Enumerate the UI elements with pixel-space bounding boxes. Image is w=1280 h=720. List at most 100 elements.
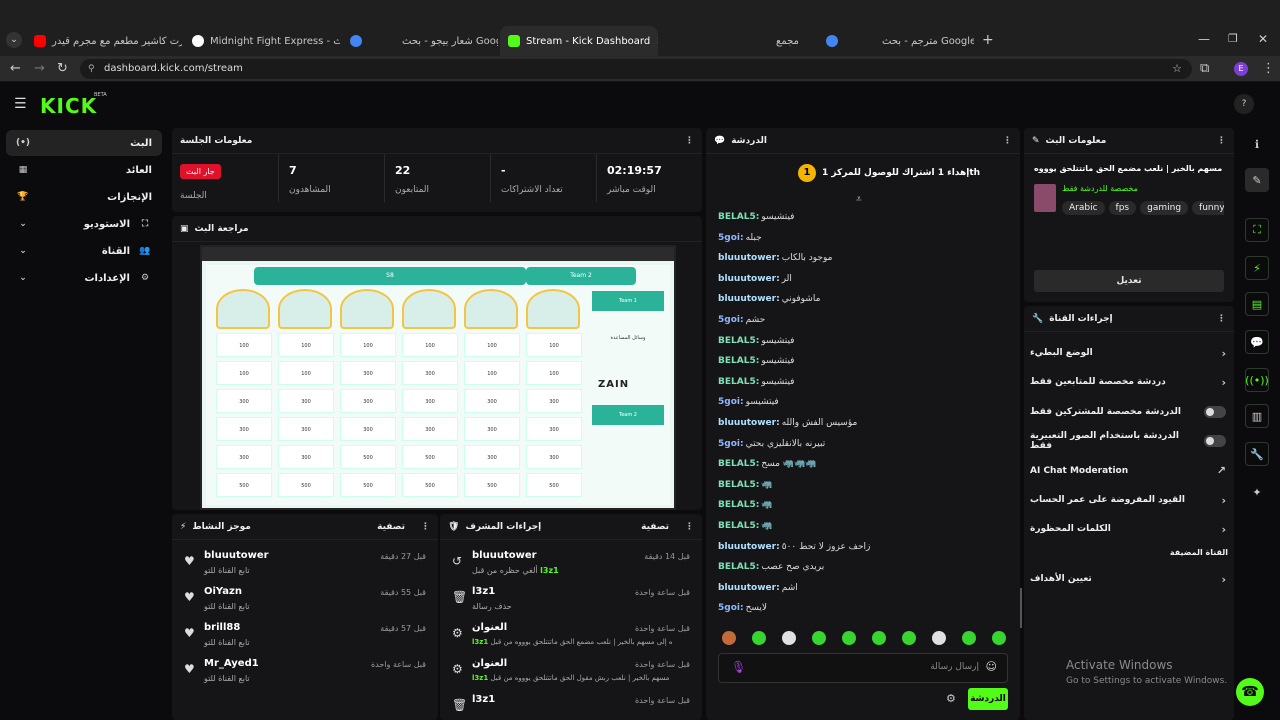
wrench-icon[interactable]: 🔧 [1245, 442, 1269, 466]
bookmark-star-icon[interactable]: ☆ [1172, 59, 1182, 79]
chat-username[interactable]: bluuutower: [718, 253, 780, 263]
filter-button[interactable]: تصفية [377, 522, 405, 532]
channel-action-row[interactable]: AI Chat Moderation ↗ [1030, 458, 1226, 484]
browser-tab-6[interactable]: مترجم - بحث Google ✕ [818, 26, 974, 56]
emote-icon[interactable] [932, 631, 946, 645]
mod-target[interactable]: l3z1 [472, 586, 495, 597]
browser-tab-3[interactable]: شعار بيجو - بحث Google ✕ [342, 26, 498, 56]
restore-icon[interactable]: ❐ [1228, 32, 1238, 45]
more-options-icon[interactable]: ⋮ [1217, 136, 1226, 146]
channel-action-row[interactable]: القيود المفروضة على عمر الحساب › [1030, 487, 1226, 513]
mod-target[interactable]: l3z1 [472, 694, 495, 705]
reload-icon[interactable]: ↻ [57, 61, 68, 76]
chat-username[interactable]: 5goi: [718, 397, 744, 407]
extensions-icon[interactable]: ⧉ [1200, 61, 1209, 76]
channel-action-row[interactable]: الكلمات المحظورة › [1030, 516, 1226, 542]
chat-input[interactable]: 🎙 إرسال رسالة ☺ [718, 653, 1008, 683]
browser-tab-1[interactable]: صرت كاشير مطعم مع مجرم قيدر ✕ [26, 26, 182, 56]
site-info-icon[interactable]: ⚲ [88, 59, 95, 79]
mod-target[interactable]: bluuutower [472, 550, 537, 561]
help-chat-button[interactable]: ☎ [1236, 678, 1264, 706]
chat-scrollbar[interactable] [1020, 588, 1022, 628]
sidebar-item-stream[interactable]: (•) البث [6, 130, 162, 156]
puzzle-icon[interactable]: ✦ [1245, 480, 1269, 504]
microphone-icon[interactable]: 🎙 [731, 660, 746, 674]
lightning-icon[interactable]: ⚡ [1245, 256, 1269, 280]
sidebar-item-settings[interactable]: ⌄ الإعدادات ⚙ [6, 265, 162, 291]
hamburger-menu-icon[interactable]: ☰ [14, 96, 27, 112]
channel-action-row[interactable]: دردشة مخصصة للمتابعين فقط › [1030, 369, 1226, 395]
emote-icon[interactable] [842, 631, 856, 645]
more-options-icon[interactable]: ⋮ [685, 522, 694, 532]
chat-icon[interactable]: 💬 [1245, 330, 1269, 354]
more-options-icon[interactable]: ⋮ [1217, 314, 1226, 324]
stream-preview[interactable]: S8 Team 2 Team 1 Team 2 وسائل المساعدة Z… [200, 245, 676, 510]
chat-username[interactable]: 5goi: [718, 439, 744, 449]
channel-action-row[interactable]: الدردشة مخصصة للمشتركين فقط [1030, 399, 1226, 425]
forward-arrow-icon[interactable]: → [34, 61, 45, 76]
chat-username[interactable]: bluuutower: [718, 542, 780, 552]
chat-username[interactable]: BELAL5: [718, 212, 759, 222]
chat-username[interactable]: 5goi: [718, 315, 744, 325]
channel-action-row[interactable]: الدردشة باستخدام الصور التعبيرية فقط [1030, 428, 1226, 454]
emote-icon[interactable] [752, 631, 766, 645]
sidebar-item-revenue[interactable]: ▦ العائد [6, 157, 162, 183]
user-avatar[interactable]: ? [1234, 94, 1254, 114]
emote-icon[interactable] [902, 631, 916, 645]
sidebar-item-studio[interactable]: ⌄ الاستوديو ⛶ [6, 211, 162, 237]
chat-username[interactable]: BELAL5: [718, 336, 759, 346]
mod-actor[interactable]: l3z1 [472, 674, 488, 682]
crop-icon[interactable]: ⛶ [1245, 218, 1269, 242]
emote-icon[interactable] [782, 631, 796, 645]
toggle-switch[interactable] [1204, 435, 1226, 448]
emoji-icon[interactable]: ☺ [986, 660, 997, 673]
chat-username[interactable]: 5goi: [718, 603, 744, 613]
chat-username[interactable]: BELAL5: [718, 521, 759, 531]
broadcast-icon[interactable]: ((•)) [1245, 368, 1269, 392]
mod-actor[interactable]: l3z1 [540, 566, 559, 575]
chat-username[interactable]: BELAL5: [718, 377, 759, 387]
chat-send-button[interactable]: الدردشة [968, 688, 1008, 710]
kick-logo[interactable]: KICK [40, 94, 97, 118]
browser-tab-5[interactable]: مجمع [660, 26, 816, 56]
browser-tab-2[interactable]: Midnight Fight Express - بحث G ✕ [184, 26, 340, 56]
profile-avatar[interactable]: E [1234, 62, 1248, 76]
emote-icon[interactable] [872, 631, 886, 645]
sidebar-item-achievements[interactable]: 🏆 الإنجازات [6, 184, 162, 210]
activity-user[interactable]: brill88 [204, 622, 240, 633]
emote-icon[interactable] [722, 631, 736, 645]
filter-button[interactable]: تصفية [641, 522, 669, 532]
more-options-icon[interactable]: ⋮ [1003, 136, 1012, 146]
set-goals-row[interactable]: تعيين الأهداف › [1030, 566, 1226, 592]
edit-stream-button[interactable]: تعديل [1034, 270, 1224, 292]
layout-icon[interactable]: ▥ [1245, 404, 1269, 428]
emote-icon[interactable] [992, 631, 1006, 645]
back-arrow-icon[interactable]: ← [10, 61, 21, 76]
activity-user[interactable]: Mr_Ayed1 [204, 658, 259, 669]
new-tab-plus-icon[interactable]: + [982, 32, 994, 48]
category-thumbnail[interactable] [1034, 184, 1056, 212]
chat-username[interactable]: BELAL5: [718, 459, 759, 469]
chat-username[interactable]: BELAL5: [718, 562, 759, 572]
document-icon[interactable]: ▤ [1245, 292, 1269, 316]
chat-username[interactable]: bluuutower: [718, 294, 780, 304]
chat-username[interactable]: bluuutower: [718, 583, 780, 593]
toggle-switch[interactable] [1204, 405, 1226, 418]
chat-username[interactable]: bluuutower: [718, 418, 780, 428]
chat-username[interactable]: BELAL5: [718, 356, 759, 366]
mod-actor[interactable]: l3z1 [472, 638, 488, 646]
minimize-icon[interactable]: — [1198, 32, 1210, 46]
browser-tab-4-active[interactable]: Stream - Kick Dashboard ✕ [500, 26, 658, 56]
emote-icon[interactable] [962, 631, 976, 645]
channel-action-row[interactable]: الوضع البطيء › [1030, 340, 1226, 366]
sidebar-item-channel[interactable]: ⌄ القناة 👥 [6, 238, 162, 264]
chat-username[interactable]: BELAL5: [718, 480, 759, 490]
stream-category[interactable]: مخصصة للدردشة فقط [1062, 184, 1138, 193]
url-field[interactable]: ⚲ dashboard.kick.com/stream ☆ [80, 59, 1192, 79]
chat-settings-icon[interactable]: ⚙ [946, 692, 956, 705]
emote-icon[interactable] [812, 631, 826, 645]
browser-menu-icon[interactable]: ⋮ [1262, 61, 1275, 76]
more-options-icon[interactable]: ⋮ [421, 522, 430, 532]
chat-username[interactable]: BELAL5: [718, 500, 759, 510]
chat-username[interactable]: bluuutower: [718, 274, 780, 284]
